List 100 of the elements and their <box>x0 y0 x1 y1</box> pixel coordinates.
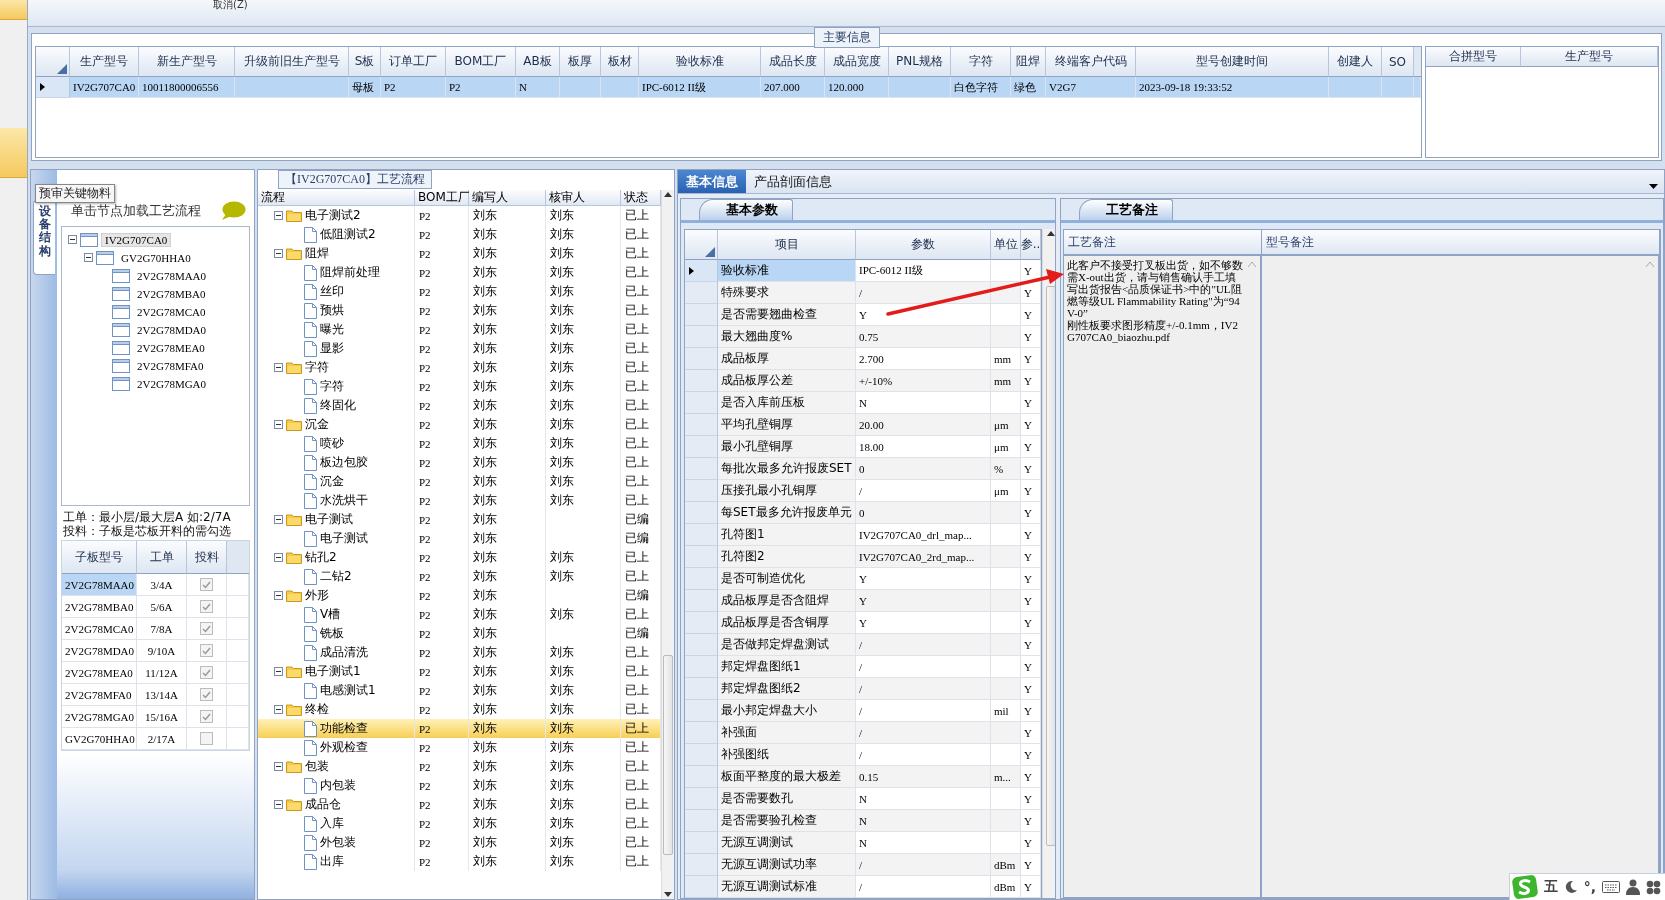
tree-node[interactable]: 2V2G78MBA0 <box>133 287 210 301</box>
tree-node[interactable]: 2V2G78MGA0 <box>133 377 211 391</box>
column-header[interactable]: S板 <box>349 47 381 77</box>
scroll-thumb[interactable] <box>1045 286 1055 846</box>
tree-node[interactable]: 2V2G78MCA0 <box>133 305 210 319</box>
collapse-icon[interactable] <box>274 248 283 258</box>
column-header[interactable]: BOM工厂 <box>415 190 469 206</box>
scroll-up-icon[interactable] <box>664 192 672 197</box>
column-header[interactable]: 流程 <box>258 190 415 206</box>
scroll-thumb[interactable] <box>663 654 673 855</box>
checkbox[interactable] <box>200 688 213 701</box>
scroll-up-icon[interactable] <box>1046 231 1055 236</box>
column-header[interactable]: SO <box>1382 47 1414 77</box>
column-header[interactable]: 新生产型号 <box>139 47 235 77</box>
column-header[interactable]: 合拼型号 <box>1426 47 1521 67</box>
remark-field[interactable] <box>1262 256 1660 897</box>
keyboard-icon[interactable] <box>1602 881 1620 893</box>
table-cell: 20.00 <box>856 414 991 436</box>
column-header[interactable]: 板材 <box>601 47 639 77</box>
table-cell: / <box>856 480 991 502</box>
checkbox[interactable] <box>200 600 213 613</box>
column-header[interactable]: AB板 <box>516 47 560 77</box>
column-header[interactable]: PNL规格 <box>889 47 951 77</box>
scroll-down-icon[interactable] <box>664 892 672 897</box>
tree-node[interactable]: 2V2G78MDA0 <box>133 323 211 337</box>
scrollbar[interactable] <box>661 190 674 899</box>
tree-node[interactable]: 2V2G78MEA0 <box>133 341 209 355</box>
vertical-tab[interactable]: 设备结构 <box>33 200 55 275</box>
logo-icon[interactable] <box>1511 875 1538 899</box>
column-header[interactable]: 成品长度 <box>761 47 825 77</box>
tree-node[interactable]: GV2G70HHA0 <box>117 251 195 265</box>
user-icon[interactable] <box>1626 879 1640 895</box>
tree-node[interactable]: IV2G707CA0 <box>101 233 172 247</box>
table-cell: Y <box>1021 788 1041 810</box>
column-header[interactable]: 字符 <box>951 47 1011 77</box>
collapse-icon[interactable] <box>274 704 283 714</box>
collapse-icon[interactable] <box>68 235 77 244</box>
moon-icon[interactable] <box>1563 880 1578 894</box>
column-header[interactable]: 状态 <box>621 190 661 206</box>
dropdown-caret-icon[interactable] <box>1649 184 1658 189</box>
column-header[interactable]: 子板型号 <box>62 541 137 574</box>
table-cell: 是否需要验孔检查 <box>718 810 856 832</box>
collapse-icon[interactable] <box>274 552 283 562</box>
input-mode-button[interactable]: 五 <box>1543 878 1558 896</box>
tab[interactable]: 基本信息 <box>678 170 746 193</box>
column-header[interactable]: 项目 <box>718 230 856 260</box>
grid-icon[interactable] <box>1646 879 1661 895</box>
column-header[interactable]: 升级前旧生产型号 <box>235 47 349 77</box>
side-tab[interactable] <box>0 0 27 20</box>
collapse-icon[interactable] <box>84 253 93 262</box>
process-row[interactable]: 功能检查 P2 刘东 刘东 已上 <box>258 719 661 738</box>
table-cell: 10011800006556 <box>139 77 235 98</box>
checkbox[interactable] <box>200 666 213 679</box>
column-header[interactable]: 编写人 <box>469 190 546 206</box>
tab[interactable]: 预审关键物料 <box>35 184 115 203</box>
column-header[interactable]: 板厚 <box>560 47 601 77</box>
collapse-icon[interactable] <box>274 514 283 524</box>
column-header[interactable]: 创建人 <box>1329 47 1382 77</box>
collapse-icon[interactable] <box>274 666 283 676</box>
collapse-icon[interactable] <box>274 419 283 429</box>
row-header[interactable] <box>685 260 718 282</box>
tab[interactable]: 工艺备注 <box>1079 199 1173 220</box>
collapse-icon[interactable] <box>274 210 283 220</box>
column-header[interactable]: 成品宽度 <box>825 47 889 77</box>
checkbox[interactable] <box>200 622 213 635</box>
column-header[interactable]: 投料 <box>187 541 227 574</box>
row-header[interactable] <box>36 77 70 98</box>
column-header[interactable]: 核审人 <box>546 190 621 206</box>
column-header[interactable]: 单位 <box>991 230 1021 260</box>
column-header[interactable]: 型号创建时间 <box>1136 47 1329 77</box>
column-header[interactable]: 生产型号 <box>1521 47 1658 67</box>
cancel-button[interactable]: 取消(Z) <box>213 0 248 10</box>
column-header[interactable]: 参数 <box>856 230 991 260</box>
column-header[interactable]: 终端客户代码 <box>1046 47 1136 77</box>
checkbox[interactable] <box>200 578 213 591</box>
collapse-icon[interactable] <box>274 799 283 809</box>
tab[interactable]: 基本参数 <box>699 199 793 220</box>
tree-node[interactable]: 2V2G78MFA0 <box>133 359 208 373</box>
column-header[interactable]: 参.. <box>1021 230 1041 260</box>
collapse-icon[interactable] <box>274 590 283 600</box>
collapse-icon[interactable] <box>274 761 283 771</box>
checkbox[interactable] <box>200 710 213 723</box>
column-header[interactable]: 验收标准 <box>639 47 761 77</box>
header-corner[interactable] <box>36 47 70 77</box>
side-tab[interactable] <box>0 128 27 178</box>
column-header[interactable]: 订单工厂 <box>381 47 446 77</box>
table-cell: 是否入库前压板 <box>718 392 856 414</box>
header-corner[interactable] <box>685 230 718 260</box>
column-header[interactable]: 生产型号 <box>70 47 139 77</box>
remark-field[interactable]: 此客户不接受打叉板出货，如不够数需X-out出货，请与销售确认手工填写出货报告<品质保证书>中的"UL阻燃等级UL Flammability Rating"为“94V-0” 刚性板要求图形精度+/-0.1mm，IV2G707CA0_biaozhu.pdf <box>1064 256 1262 897</box>
column-header[interactable]: BOM工厂 <box>446 47 516 77</box>
column-header[interactable]: 工单 <box>137 541 187 574</box>
collapse-icon[interactable] <box>274 362 283 372</box>
checkbox[interactable] <box>200 644 213 657</box>
punctuation-button[interactable]: °, <box>1583 879 1596 895</box>
tab[interactable]: 产品剖面信息 <box>746 170 840 193</box>
tree-node[interactable]: 2V2G78MAA0 <box>133 269 211 283</box>
column-header[interactable]: 阻焊 <box>1011 47 1046 77</box>
scrollbar[interactable] <box>1042 229 1055 898</box>
checkbox[interactable] <box>200 732 213 745</box>
